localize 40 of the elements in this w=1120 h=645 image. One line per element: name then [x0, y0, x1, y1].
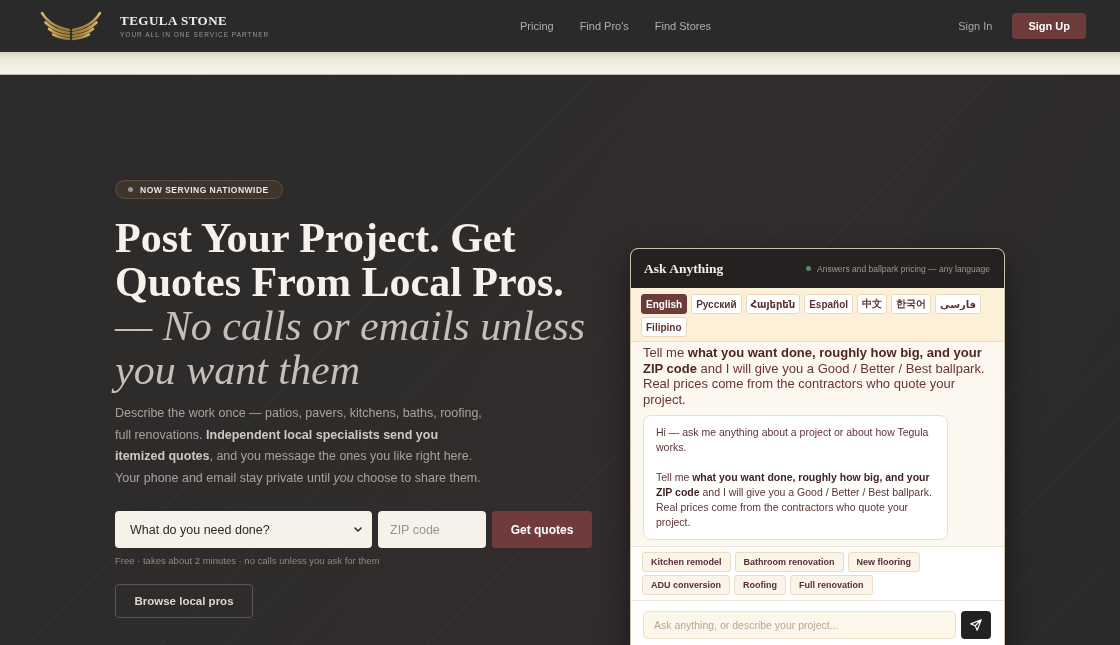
- nav-link[interactable]: Pricing: [520, 20, 554, 32]
- suggestion-chip[interactable]: Kitchen remodel: [642, 552, 731, 572]
- language-chip[interactable]: English: [641, 294, 688, 314]
- brand-name: TEGULA STONE: [120, 13, 229, 28]
- chat-status-text: Answers and ballpark pricing — any language: [817, 263, 990, 274]
- suggestion-chip[interactable]: Full renovation: [790, 575, 873, 595]
- send-icon: [970, 619, 982, 631]
- get-quotes-button[interactable]: Get quotes: [492, 511, 592, 548]
- language-chip[interactable]: Русский: [691, 294, 742, 314]
- chat-title: Ask Anything: [644, 260, 724, 277]
- winged-logo-icon: [38, 11, 104, 41]
- suggestion-chip[interactable]: Bathroom renovation: [734, 552, 844, 572]
- nav-link[interactable]: Find Pro's: [579, 20, 629, 32]
- sign-up-button[interactable]: Sign Up: [1012, 13, 1086, 39]
- chevron-down-icon: [354, 527, 362, 532]
- browse-pros-button[interactable]: Browse local pros: [115, 584, 253, 618]
- service-select[interactable]: What do you need done?: [115, 511, 372, 548]
- announcement-text: NOW SERVING NATIONWIDE: [140, 184, 269, 195]
- suggestion-chip[interactable]: ADU conversion: [642, 575, 730, 595]
- message-text: Tell me what you want done, roughly how big, and your ZIP code and I will give you a Good / Better / Best ballpark. Real prices come from the contractors who quote your project.: [643, 345, 986, 407]
- zip-input[interactable]: ZIP code: [378, 511, 486, 548]
- headline: Post Your Project. Get Quotes From Local Pros.: [115, 216, 565, 304]
- message-text: Tell me what you want done, roughly how big, and your ZIP code and I will give you a Good / Better / Best ballpark. Real prices come from the contractors who quote your project.: [656, 470, 933, 530]
- sign-in-link[interactable]: Sign In: [958, 20, 993, 32]
- dot-icon: [128, 187, 133, 192]
- language-chip[interactable]: 한국어: [891, 294, 932, 314]
- language-chip[interactable]: Español: [804, 294, 854, 314]
- status-dot-icon: [806, 266, 812, 271]
- message-text: Hi — ask me anything about a project or about how Tegula works.: [656, 425, 930, 455]
- nav-link[interactable]: Find Stores: [654, 20, 712, 32]
- send-button[interactable]: [961, 611, 991, 639]
- chat-input[interactable]: Ask anything, or describe your project...: [643, 611, 956, 639]
- language-chip[interactable]: Հայերեն: [745, 294, 801, 314]
- language-chip[interactable]: Filipino: [641, 317, 687, 337]
- description-text: Describe the work once — patios, pavers, kitchens, baths, roofing, full renovations. Independent local specialists send you itemized quotes, and you message the ones you like right here. Your phone and email stay private until you choose to share them.: [115, 405, 483, 487]
- suggestion-chip[interactable]: Roofing: [734, 575, 786, 595]
- language-chip[interactable]: فارسی: [935, 294, 982, 314]
- suggestion-chip[interactable]: New flooring: [847, 552, 921, 572]
- helper-note: Free · takes about 2 minutes · no calls unless you ask for them: [115, 555, 380, 567]
- language-chip[interactable]: 中文: [857, 294, 888, 314]
